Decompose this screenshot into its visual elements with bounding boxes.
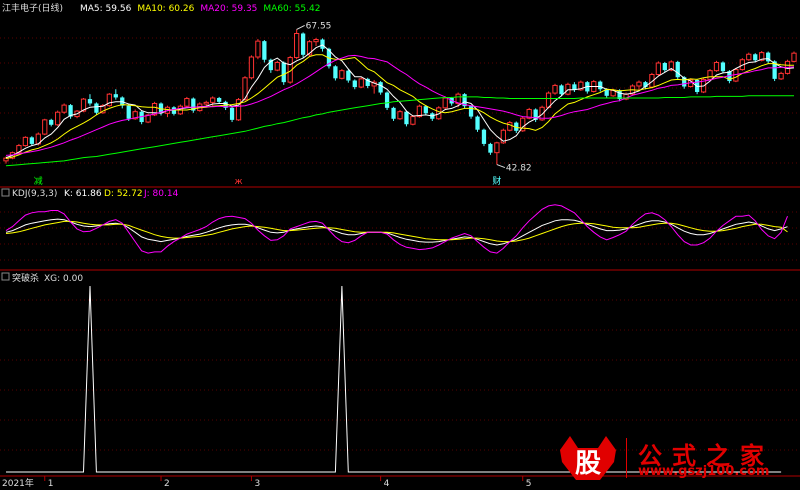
candle-up [733,69,739,82]
candle-down [404,111,409,125]
high-marker [296,24,305,30]
candle-down [113,94,118,98]
candle-up [791,52,797,62]
candle-up [552,84,558,94]
candle-up [713,61,720,72]
candle-down [598,81,603,90]
candle-up [746,53,752,61]
candle-down [662,63,667,71]
collapse-icon[interactable] [1,272,10,281]
ma-value-0: MA5: 59.56 [80,4,132,14]
candle-down [346,70,351,81]
candle-up [55,111,61,126]
candle-down [94,103,99,113]
signal-mark: ж [234,177,242,187]
candlesticks [3,29,797,165]
candle-down [384,92,390,108]
candle-down [333,66,338,79]
candle-up [565,83,571,95]
candle-down [720,62,726,72]
candle-up [210,97,216,103]
signal-mark: 财 [492,175,501,187]
collapse-icon[interactable] [1,188,10,197]
candle-down [352,80,357,88]
candle-up [397,111,403,120]
stock-chart: 67.55 42.82 减 ж 财 江丰电子(日线) MA5: 59.56 MA10: 6… [0,2,800,489]
candle-down [87,99,93,104]
candle-up [294,32,300,59]
watermark-seal-char: 股 [575,449,601,479]
candle-up [358,78,364,88]
xg-header: 突破杀 XG: 0.00 [1,272,83,284]
ma-values: MA5: 59.56 MA10: 60.26 MA20: 59.35 MA60: 55… [80,4,320,14]
xg-title: 突破杀 [12,272,39,284]
candle-up [507,122,513,131]
xg-value: XG: 0.00 [44,274,83,284]
candle-down [29,137,34,144]
candle-down [262,41,267,60]
candle-down [481,129,487,144]
kdj-d-value: D: 52.72 [104,189,143,199]
kdj-j-value: J: 80.14 [143,189,179,199]
candle-down [572,84,577,90]
x-axis-year: 2021年 [2,477,34,489]
candle-up [61,104,67,113]
candle-up [339,70,345,79]
candle-down [468,106,474,117]
stock-title: 江丰电子(日线) [2,2,63,14]
candle-up [494,142,500,154]
candle-up [22,136,29,147]
candle-up [778,72,784,80]
candle-down [488,143,493,153]
candle-down [229,107,235,120]
candle-down [217,98,222,102]
candle-down [378,82,383,93]
month-label: 1 [48,479,54,489]
low-label: 42.82 [506,164,532,174]
candle-up [707,70,713,80]
ma-line-ma60 [5,95,795,167]
watermark-divider [626,438,627,478]
candle-down [49,119,54,125]
candle-up [274,61,280,71]
signal-mark: 减 [34,175,43,187]
candle-down [320,39,325,49]
x-axis-months: 1 2 3 4 5 [44,476,532,489]
candle-down [559,85,564,95]
candle-down [391,107,396,119]
candle-down [675,61,680,78]
low-marker [496,164,506,169]
candle-down [475,116,480,130]
kdj-k-value: K: 61.86 [64,189,102,199]
candle-up [255,40,261,58]
candle-up [410,116,416,125]
candle-down [423,106,428,114]
candle-up [442,97,448,109]
candle-down [753,54,758,61]
high-label: 67.55 [306,21,332,31]
month-label: 5 [526,479,532,489]
candle-up [636,81,642,87]
candle-up [655,62,661,75]
watermark-url: www.gszj100.com [638,464,770,479]
watermark: 股 公式之家 www.gszj100.com [556,432,796,484]
ma-value-2: MA20: 59.35 [200,4,257,14]
ma-value-1: MA10: 60.26 [137,4,194,14]
candle-up [184,98,190,107]
month-label: 3 [254,479,260,489]
month-label: 2 [164,479,170,489]
candle-down [300,33,306,55]
candle-up [248,56,255,79]
ma-value-3: MA60: 55.42 [263,4,320,14]
kdj-title: KDJ(9,3,3) [12,189,57,199]
candle-down [126,105,131,119]
month-label: 4 [384,479,390,489]
candle-up [203,101,209,105]
kdj-header: KDJ(9,3,3) K: 61.86 D: 52.72 J: 80.14 [1,188,179,199]
watermark-seal-icon: 股 [560,436,616,480]
candle-up [42,119,48,135]
candle-up [313,39,319,43]
candle-down [281,62,286,83]
